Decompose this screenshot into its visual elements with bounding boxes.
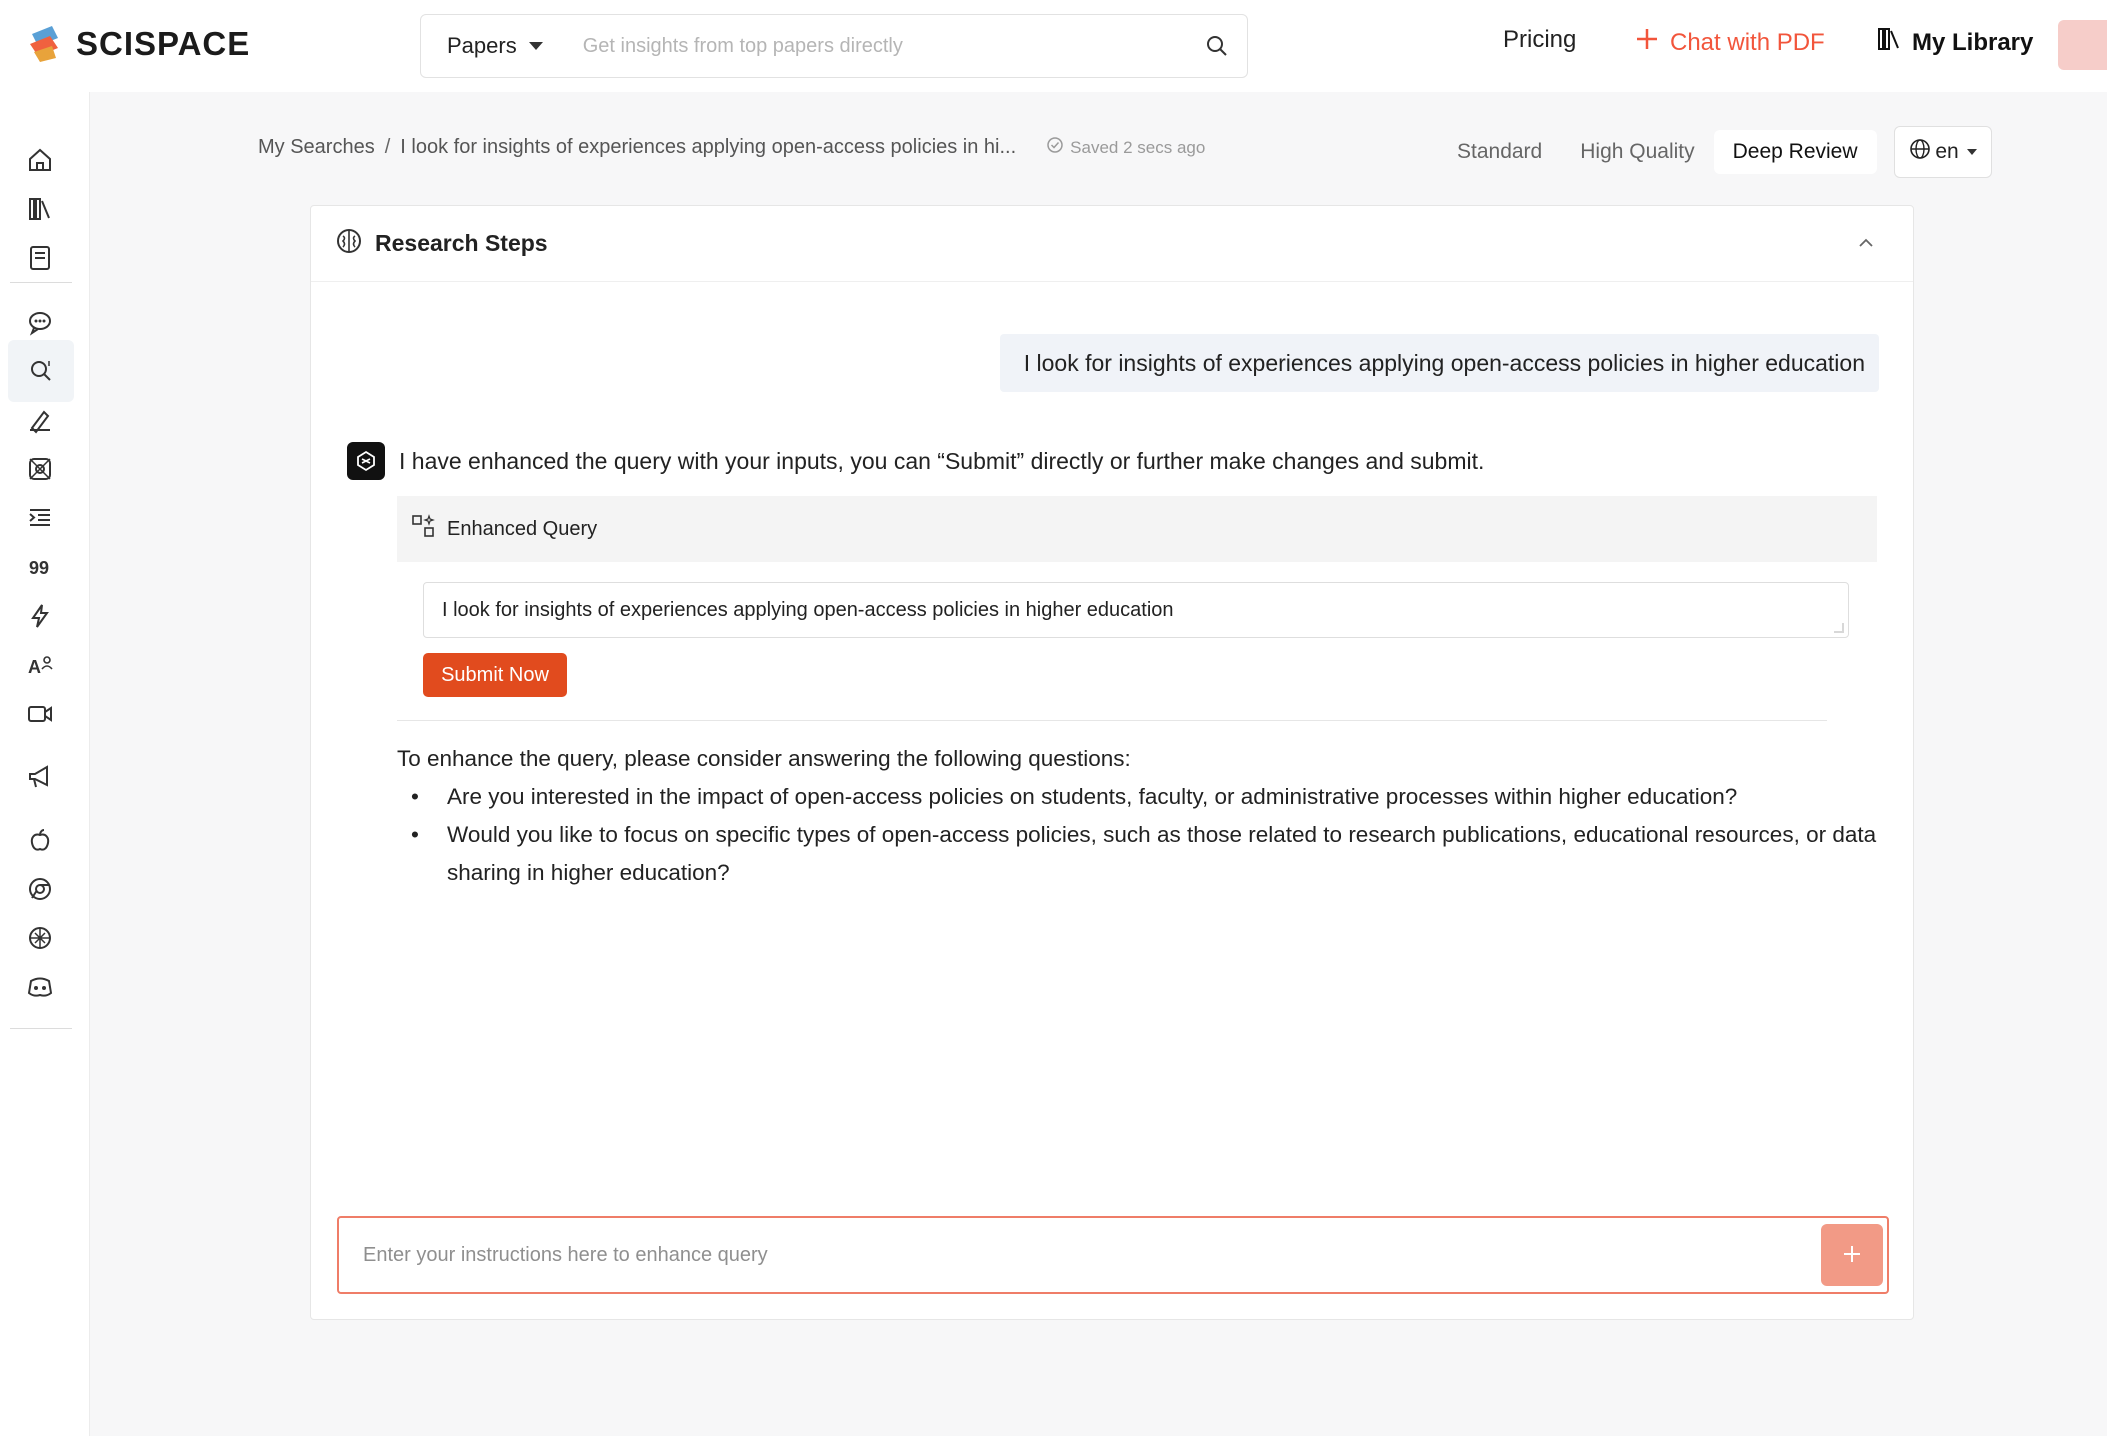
brain-icon (335, 227, 363, 260)
tab-high-quality[interactable]: High Quality (1561, 130, 1713, 174)
svg-text:A: A (28, 657, 41, 677)
openai-icon[interactable] (20, 918, 60, 958)
apple-icon[interactable] (20, 820, 60, 860)
sparkle-grid-icon (411, 514, 435, 544)
search-type-label: Papers (447, 33, 517, 58)
chevron-up-icon[interactable] (1855, 232, 1877, 259)
svg-text:99: 99 (29, 558, 49, 578)
video-icon[interactable] (20, 694, 60, 734)
instruction-input[interactable] (339, 1218, 1821, 1292)
plus-icon (1841, 1243, 1863, 1268)
sidebar-divider (10, 1028, 72, 1029)
chrome-icon[interactable] (20, 869, 60, 909)
avatar[interactable] (2058, 20, 2107, 70)
search-bar: Papers (420, 14, 1248, 78)
enhanced-query-field[interactable]: I look for insights of experiences apply… (423, 582, 1849, 638)
submit-now-button[interactable]: Submit Now (423, 653, 567, 697)
card-header: Research Steps (311, 206, 1913, 282)
announcement-icon[interactable] (20, 757, 60, 797)
logo[interactable]: SCISPACE (24, 24, 250, 64)
enhanced-query-panel: Enhanced Query I look for insights of ex… (397, 496, 1877, 724)
plus-icon (1634, 26, 1660, 59)
my-library-button[interactable]: My Library (1876, 26, 2033, 59)
discord-icon[interactable] (20, 967, 60, 1007)
lightning-icon[interactable] (20, 596, 60, 636)
pricing-label: Pricing (1503, 26, 1577, 53)
questions-intro: To enhance the query, please consider an… (397, 746, 1131, 771)
enhanced-query-value: I look for insights of experiences apply… (442, 598, 1174, 621)
sidebar-divider (10, 282, 72, 283)
search-type-dropdown[interactable]: Papers (421, 15, 569, 77)
send-button[interactable] (1821, 1224, 1883, 1286)
my-library-label: My Library (1912, 28, 2034, 56)
caret-down-icon (528, 42, 543, 50)
tab-standard[interactable]: Standard (1438, 130, 1561, 174)
home-icon[interactable] (20, 140, 60, 180)
chat-with-pdf-label: Chat with PDF (1670, 28, 1825, 56)
notebook-icon[interactable] (20, 238, 60, 278)
search-mode-tabs: Standard High Quality Deep Review (1438, 130, 1877, 174)
pricing-link[interactable]: Pricing (1503, 26, 1576, 54)
assistant-avatar-icon (347, 442, 385, 480)
question-item: Would you like to focus on specific type… (411, 816, 1877, 892)
top-bar: SCISPACE Papers Pricing Chat with PDF My… (0, 0, 2107, 92)
outline-icon[interactable] (20, 498, 60, 538)
library-icon[interactable] (20, 189, 60, 229)
caret-down-icon (1966, 149, 1977, 155)
tab-deep-review[interactable]: Deep Review (1713, 130, 1877, 174)
chat-with-pdf-button[interactable]: Chat with PDF (1634, 26, 1825, 59)
research-steps-card: Research Steps I look for insights of ex… (310, 205, 1914, 1320)
assistant-message: I have enhanced the query with your inpu… (347, 442, 1484, 480)
section-divider (397, 720, 1827, 721)
follow-up-questions: To enhance the query, please consider an… (397, 740, 1877, 892)
saved-status-text: Saved 2 secs ago (1070, 137, 1206, 157)
extract-data-icon[interactable] (20, 449, 60, 489)
saved-status: Saved 2 secs ago (1046, 136, 1205, 159)
breadcrumb-separator: / (384, 136, 391, 158)
resize-handle-icon[interactable] (1834, 623, 1844, 633)
user-message-text: I look for insights of experiences apply… (1023, 349, 1865, 376)
citation-icon[interactable]: 99 (20, 547, 60, 587)
language-label: en (1935, 140, 1959, 163)
search-input[interactable] (568, 15, 1187, 77)
card-title: Research Steps (375, 230, 548, 256)
breadcrumb-current: I look for insights of experiences apply… (400, 136, 1017, 158)
instruction-bar (337, 1216, 1889, 1294)
questions-list: Are you interested in the impact of open… (411, 778, 1877, 892)
enhanced-query-label: Enhanced Query (447, 517, 598, 540)
literature-search-icon[interactable] (8, 340, 74, 402)
chat-icon[interactable] (20, 302, 60, 342)
search-icon[interactable] (1187, 15, 1247, 77)
user-message: I look for insights of experiences apply… (999, 334, 1879, 392)
saved-check-icon (1046, 136, 1064, 159)
ai-writer-icon[interactable] (20, 400, 60, 440)
question-item: Are you interested in the impact of open… (411, 778, 1877, 816)
enhanced-query-header: Enhanced Query (397, 496, 1877, 562)
breadcrumb-root[interactable]: My Searches (258, 136, 375, 159)
assistant-message-text: I have enhanced the query with your inpu… (399, 447, 1485, 474)
logo-text: SCISPACE (76, 25, 251, 62)
breadcrumb: My Searches / I look for insights of exp… (258, 136, 1205, 159)
globe-icon (1909, 138, 1931, 166)
scispace-logo-icon (24, 24, 64, 64)
sidebar: 99 A (0, 92, 90, 1436)
ai-detector-icon[interactable]: A (20, 645, 60, 685)
library-icon (1876, 26, 1902, 59)
language-selector[interactable]: en (1894, 126, 1992, 178)
